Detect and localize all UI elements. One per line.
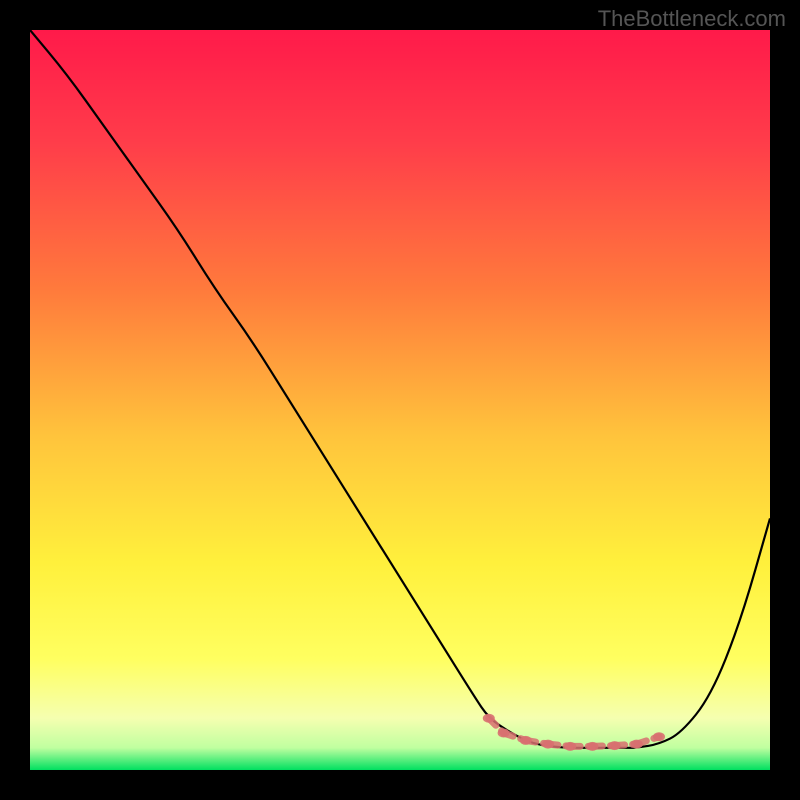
chart-plot-area xyxy=(30,30,770,770)
watermark-text: TheBottleneck.com xyxy=(598,6,786,32)
chart-curve xyxy=(30,30,770,770)
